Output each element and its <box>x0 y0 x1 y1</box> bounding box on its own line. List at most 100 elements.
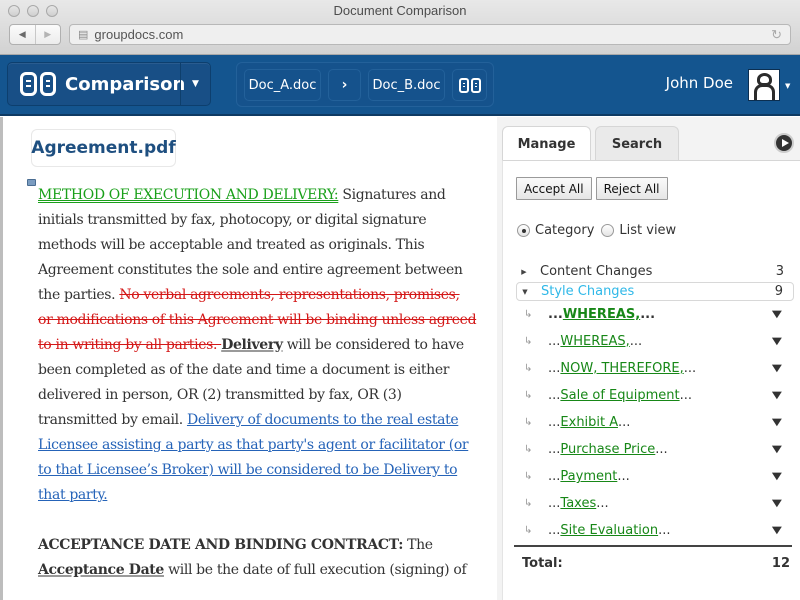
compare-arrow-button[interactable]: › <box>328 69 361 101</box>
user-menu-caret-icon[interactable]: ▼ <box>785 82 790 90</box>
accept-all-button[interactable]: Accept All <box>516 177 592 200</box>
chevron-down-icon[interactable]: ▼ <box>772 309 782 320</box>
reject-all-button[interactable]: Reject All <box>595 177 668 200</box>
list-item[interactable]: ↳ ...WHEREAS,... ▼ <box>503 328 800 355</box>
total-divider <box>514 545 792 547</box>
list-view-radio-label[interactable]: List view <box>619 223 676 238</box>
item-link[interactable]: Payment <box>560 469 617 484</box>
chevron-down-icon[interactable]: ▼ <box>772 525 782 536</box>
changes-panel: Manage Search Accept All Reject All Cate… <box>497 117 800 600</box>
panel-tabs: Manage Search <box>502 126 679 161</box>
forward-button[interactable]: ▶ <box>34 25 61 44</box>
return-arrow-icon: ↳ <box>524 363 533 374</box>
return-arrow-icon: ↳ <box>524 390 533 401</box>
chevron-down-icon[interactable]: ▼ <box>772 498 782 509</box>
nav-buttons: ◀ ▶ <box>9 24 61 45</box>
list-view-radio[interactable] <box>601 224 615 237</box>
total-row: Total: 12 <box>522 556 790 571</box>
item-suffix: ... <box>655 442 668 457</box>
category-style-changes[interactable]: ▼ Style Changes 9 <box>516 282 794 301</box>
app-header: Comparison ▼ Doc_A.doc › Doc_B.doc John … <box>0 55 800 116</box>
doc-a-button[interactable]: Doc_A.doc <box>244 69 321 101</box>
compare-button[interactable] <box>452 69 487 101</box>
item-link[interactable]: Sale of Equipment <box>560 388 679 403</box>
document-text: METHOD OF EXECUTION AND DELIVERY: Signat… <box>38 183 478 600</box>
return-arrow-icon: ↳ <box>524 309 533 320</box>
item-link[interactable]: WHEREAS, <box>560 334 629 349</box>
category-radio[interactable] <box>517 224 530 237</box>
item-link[interactable]: NOW, THEREFORE, <box>560 361 683 376</box>
play-icon[interactable] <box>774 133 794 153</box>
item-prefix: ... <box>548 334 561 349</box>
item-link[interactable]: Exhibit A <box>560 415 618 430</box>
user-name[interactable]: John Doe <box>666 74 733 92</box>
list-item[interactable]: ↳ ...Exhibit A... ▼ <box>503 409 800 436</box>
comment-icon[interactable] <box>27 179 36 186</box>
list-item[interactable]: ↳ ...NOW, THEREFORE,... ▼ <box>503 355 800 382</box>
document-pane: Agreement.pdf METHOD OF EXECUTION AND DE… <box>0 117 497 600</box>
item-link[interactable]: Taxes <box>560 496 596 511</box>
section-heading: ACCEPTANCE DATE AND BINDING CONTRACT: <box>38 537 404 553</box>
manage-tab-content: Accept All Reject All Category List view… <box>502 160 800 600</box>
reload-icon[interactable]: ↻ <box>771 27 782 43</box>
tab-manage[interactable]: Manage <box>502 126 591 161</box>
chevron-down-icon[interactable]: ▼ <box>772 363 782 374</box>
item-prefix: ... <box>548 388 561 403</box>
item-link[interactable]: Purchase Price <box>560 442 655 457</box>
caret-down-icon[interactable]: ▼ <box>180 63 210 105</box>
list-item[interactable]: ↳ ...Purchase Price... ▼ <box>503 436 800 463</box>
item-link[interactable]: WHEREAS, <box>563 307 640 322</box>
item-prefix: ... <box>548 415 561 430</box>
item-suffix: ... <box>683 361 697 376</box>
category-label: Content Changes <box>540 264 653 279</box>
return-arrow-icon: ↳ <box>524 471 533 482</box>
view-mode-selector: Category List view <box>517 223 683 238</box>
return-arrow-icon: ↳ <box>524 417 533 428</box>
chevron-down-icon[interactable]: ▼ <box>772 336 782 347</box>
total-label: Total: <box>522 556 563 571</box>
paragraph-method-of-execution: METHOD OF EXECUTION AND DELIVERY: Signat… <box>38 183 478 508</box>
inserted-heading[interactable]: METHOD OF EXECUTION AND DELIVERY: <box>38 187 339 203</box>
triangle-right-icon: ▶ <box>521 267 527 276</box>
comparison-logo-icon <box>20 72 56 96</box>
list-item[interactable]: ↳ ...Site Evaluation... ▼ <box>503 517 800 544</box>
list-item[interactable]: ↳ ...WHEREAS,... ▼ <box>503 301 800 328</box>
chevron-down-icon[interactable]: ▼ <box>772 390 782 401</box>
item-prefix: ... <box>548 523 561 538</box>
list-item[interactable]: ↳ ...Taxes... ▼ <box>503 490 800 517</box>
body-text: will be the date of full execution (sign… <box>163 562 467 578</box>
list-item[interactable]: ↳ ...Payment... ▼ <box>503 463 800 490</box>
category-count: 3 <box>775 264 784 279</box>
app-menu-button[interactable]: Comparison ▼ <box>7 62 211 106</box>
category-radio-label[interactable]: Category <box>535 223 594 238</box>
item-prefix: ... <box>548 469 561 484</box>
return-arrow-icon: ↳ <box>524 444 533 455</box>
style-changed-text[interactable]: Acceptance Date <box>38 562 164 578</box>
style-changed-text[interactable]: Delivery <box>221 337 283 353</box>
item-prefix: ... <box>548 442 561 457</box>
url-text: groupdocs.com <box>94 27 184 42</box>
comparison-icon <box>458 77 481 93</box>
item-link[interactable]: Site Evaluation <box>560 523 658 538</box>
user-body-icon <box>754 84 775 100</box>
body-text: Signatures and initials transmitted by f… <box>38 187 463 303</box>
doc-b-button[interactable]: Doc_B.doc <box>368 69 445 101</box>
back-button[interactable]: ◀ <box>10 25 35 44</box>
window-title: Document Comparison <box>333 3 467 18</box>
return-arrow-icon: ↳ <box>524 336 533 347</box>
browser-chrome: Document Comparison ◀ ▶ ▤ groupdocs.com … <box>0 0 800 55</box>
category-content-changes[interactable]: ▶ Content Changes 3 <box>516 262 794 281</box>
chevron-down-icon[interactable]: ▼ <box>772 444 782 455</box>
item-suffix: ... <box>617 469 630 484</box>
avatar[interactable] <box>748 69 780 101</box>
item-suffix: ... <box>640 307 656 322</box>
address-bar[interactable]: ▤ groupdocs.com ↻ <box>69 24 791 45</box>
return-arrow-icon: ↳ <box>524 525 533 536</box>
chevron-down-icon[interactable]: ▼ <box>772 417 782 428</box>
list-item[interactable]: ↳ ...Sale of Equipment... ▼ <box>503 382 800 409</box>
tab-search[interactable]: Search <box>595 126 679 161</box>
chevron-down-icon[interactable]: ▼ <box>772 471 782 482</box>
item-prefix: ... <box>548 307 563 322</box>
item-suffix: ... <box>596 496 609 511</box>
item-prefix: ... <box>548 496 561 511</box>
